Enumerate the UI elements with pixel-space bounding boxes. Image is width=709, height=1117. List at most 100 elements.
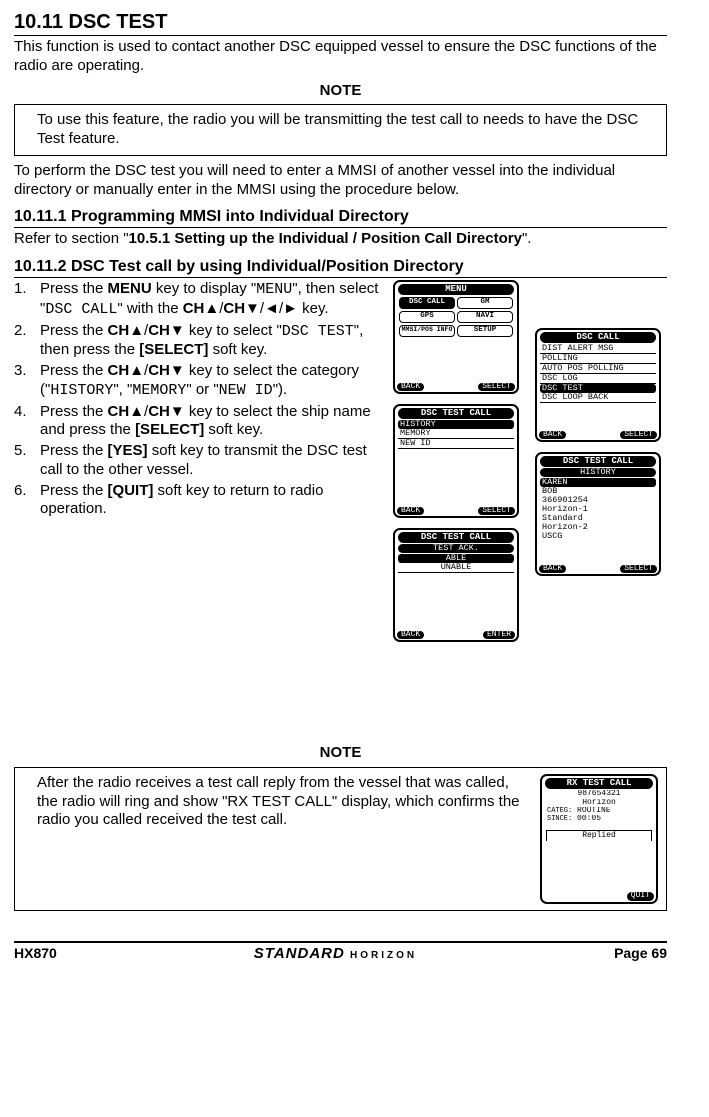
rx-categ: CATEG: ROUTINE [545, 807, 653, 815]
softkey-select: SELECT [620, 565, 657, 573]
para-after-note1: To perform the DSC test you will need to… [14, 162, 667, 200]
lcd-dsc-call: DSC CALL DIST ALERT MSG POLLING AUTO POS… [535, 328, 661, 442]
step: 3.Press the CH▲/CH▼ key to select the ca… [14, 362, 379, 401]
lcd-row-selected: ABLE [398, 554, 514, 563]
step: 6.Press the [QUIT] soft key to return to… [14, 482, 379, 520]
sub1-heading: 10.11.1 Programming MMSI into Individual… [14, 207, 667, 228]
lcd-subtitle: HISTORY [540, 468, 656, 477]
note2-box: After the radio receives a test call rep… [14, 767, 667, 911]
step-body: Press the CH▲/CH▼ key to select "DSC TES… [40, 322, 379, 361]
lcd-subtitle: TEST ACK. [398, 544, 514, 553]
menu-cell: GPS [399, 311, 455, 323]
lcd-row: USCG [540, 532, 656, 541]
lcd-row-selected: DSC TEST [540, 384, 656, 393]
lcd-rx-test: RX TEST CALL 987654321 Horizon CATEG: RO… [540, 774, 658, 904]
lcd-history: DSC TEST CALL HISTORY KAREN BOB 36690125… [535, 452, 661, 576]
footer-page: Page 69 [614, 945, 667, 963]
lcd-row: Standard [540, 514, 656, 523]
note2-text: After the radio receives a test call rep… [37, 774, 540, 830]
step-body: Press the [QUIT] soft key to return to r… [40, 482, 379, 520]
lcd-title: MENU [398, 284, 514, 295]
softkey-back: BACK [397, 507, 424, 515]
rx-categ-label: CATEG: [547, 807, 572, 815]
rx-name: Horizon [545, 799, 653, 807]
sub1-prefix: Refer to section " [14, 230, 129, 247]
step-num: 6. [14, 482, 40, 520]
note2-label: NOTE [14, 744, 667, 763]
section-heading: 10.11 DSC TEST [14, 10, 667, 36]
sub2-num: 10.11.2 [14, 258, 67, 275]
page-footer: HX870 STANDARD HORIZON Page 69 [14, 941, 667, 964]
lcd-row-selected: HISTORY [398, 420, 514, 429]
steps-list: 1.Press the MENU key to display "MENU", … [14, 280, 379, 519]
note1-box: To use this feature, the radio you will … [14, 104, 667, 156]
step-body: Press the CH▲/CH▼ key to select the ship… [40, 403, 379, 441]
menu-cell: SETUP [457, 325, 513, 337]
note1-label: NOTE [14, 82, 667, 101]
menu-cell: DSC CALL [399, 297, 455, 309]
rx-since-val: 00:05 [577, 815, 601, 823]
lcd-row: DSC LOOP BACK [540, 393, 656, 403]
note1-text: To use this feature, the radio you will … [37, 111, 638, 147]
rx-mmsi: 987654321 [545, 790, 653, 798]
menu-cell: GM [457, 297, 513, 309]
step-num: 2. [14, 322, 40, 361]
section-title: DSC TEST [69, 11, 168, 33]
step-num: 1. [14, 280, 40, 320]
softkey-enter: ENTER [483, 631, 515, 639]
step-body: Press the CH▲/CH▼ key to select the cate… [40, 362, 379, 401]
sub1-num: 10.11.1 [14, 208, 67, 225]
lcd-row: NEW ID [398, 439, 514, 449]
sub1-text: Refer to section "10.5.1 Setting up the … [14, 230, 667, 249]
step-num: 4. [14, 403, 40, 441]
footer-brand: STANDARD HORIZON [254, 945, 417, 964]
lcd-title: DSC TEST CALL [540, 456, 656, 467]
lcd-row: Horizon-2 [540, 523, 656, 532]
step-body: Press the [YES] soft key to transmit the… [40, 442, 379, 480]
step: 1.Press the MENU key to display "MENU", … [14, 280, 379, 320]
softkey-select: SELECT [478, 507, 515, 515]
softkey-back: BACK [397, 631, 424, 639]
softkey-select: SELECT [620, 431, 657, 439]
sub1-suffix: ". [522, 230, 532, 247]
softkey-quit: QUIT [627, 892, 654, 900]
rx-since-label: SINCE: [547, 815, 572, 823]
softkey-back: BACK [397, 383, 424, 391]
menu-cell: MMSI/POS INFO [399, 325, 455, 337]
step-num: 5. [14, 442, 40, 480]
lcd-row: MEMORY [398, 429, 514, 439]
brand-top: STANDARD [254, 945, 345, 962]
lcd-row: AUTO POS POLLING [540, 364, 656, 374]
lcd-title: DSC TEST CALL [398, 532, 514, 543]
softkey-back: BACK [539, 431, 566, 439]
lcd-row: DIST ALERT MSG [540, 344, 656, 354]
sub2-title: DSC Test call by using Individual/Positi… [71, 258, 464, 275]
sub1-title: Programming MMSI into Individual Directo… [71, 208, 409, 225]
sub1-ref: 10.5.1 Setting up the Individual / Posit… [129, 230, 522, 247]
step-num: 3. [14, 362, 40, 401]
menu-cell: NAVI [457, 311, 513, 323]
lcd-title: DSC CALL [540, 332, 656, 343]
lcd-row-selected: KAREN [540, 478, 656, 487]
softkey-select: SELECT [478, 383, 515, 391]
lcd-title: DSC TEST CALL [398, 408, 514, 419]
footer-model: HX870 [14, 945, 57, 963]
lcd-test-category: DSC TEST CALL HISTORY MEMORY NEW ID BACK… [393, 404, 519, 518]
lcd-row: BOB [540, 487, 656, 496]
lcd-row: 366901254 [540, 496, 656, 505]
step: 2.Press the CH▲/CH▼ key to select "DSC T… [14, 322, 379, 361]
section-intro: This function is used to contact another… [14, 38, 667, 76]
step: 5.Press the [YES] soft key to transmit t… [14, 442, 379, 480]
lcd-row: DSC LOG [540, 374, 656, 384]
lcd-test-ack: DSC TEST CALL TEST ACK. ABLE UNABLE BACK… [393, 528, 519, 642]
softkey-back: BACK [539, 565, 566, 573]
rx-since: SINCE: 00:05 [545, 815, 653, 823]
brand-bottom: HORIZON [350, 950, 417, 961]
lcd-menu: MENU DSC CALL GM GPS NAVI MMSI/POS INFO … [393, 280, 519, 394]
rx-categ-val: ROUTINE [577, 807, 611, 815]
lcd-row: POLLING [540, 354, 656, 364]
section-number: 10.11 [14, 11, 63, 33]
sub2-heading: 10.11.2 DSC Test call by using Individua… [14, 257, 667, 278]
rx-replied: Replied [546, 830, 652, 841]
step-body: Press the MENU key to display "MENU", th… [40, 280, 379, 320]
